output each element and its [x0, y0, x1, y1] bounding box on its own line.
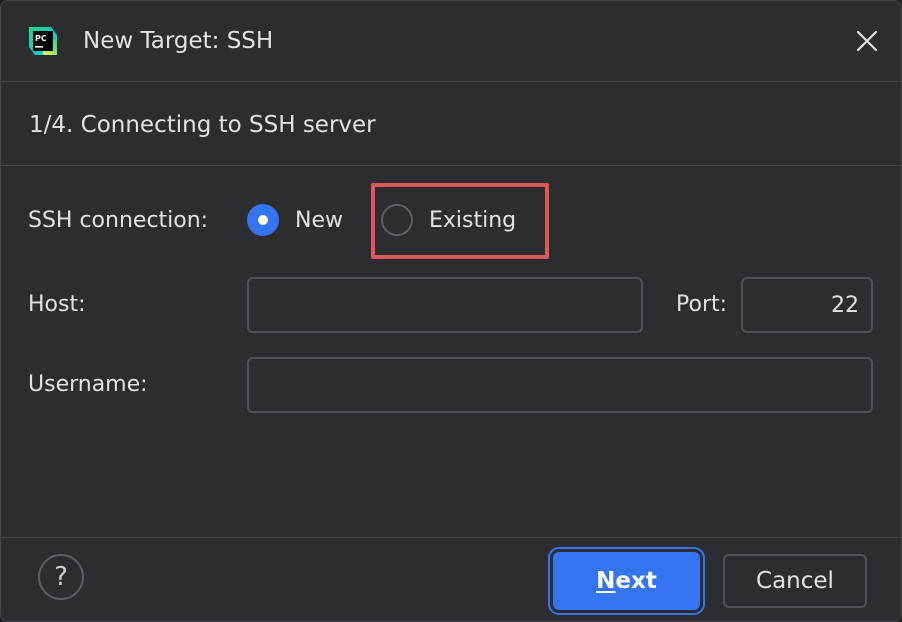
- username-input[interactable]: [247, 357, 873, 413]
- ssh-connection-label: SSH connection:: [28, 208, 209, 233]
- close-icon: [856, 30, 878, 52]
- new-target-ssh-dialog: PC New Target: SSH 1/4. Connecting to SS…: [0, 0, 902, 622]
- host-input[interactable]: [247, 277, 643, 333]
- port-label: Port:: [676, 292, 728, 317]
- help-icon: ?: [54, 562, 68, 592]
- step-divider: [1, 165, 901, 166]
- cancel-button[interactable]: Cancel: [723, 554, 867, 608]
- next-button[interactable]: Next: [553, 552, 700, 610]
- port-input[interactable]: [741, 277, 873, 333]
- title-bar: PC New Target: SSH: [1, 1, 901, 81]
- step-title: 1/4. Connecting to SSH server: [29, 112, 376, 138]
- highlight-annotation-box: [371, 183, 549, 259]
- window-title: New Target: SSH: [83, 28, 274, 54]
- username-label: Username:: [28, 372, 148, 397]
- title-divider: [1, 81, 901, 82]
- footer-divider: [1, 537, 901, 538]
- pycharm-logo-icon: PC: [29, 27, 57, 55]
- host-label: Host:: [28, 292, 86, 317]
- next-label: ext: [615, 568, 657, 594]
- app-icon-text: PC: [35, 34, 47, 43]
- close-button[interactable]: [847, 21, 887, 61]
- radio-new-label[interactable]: New: [295, 207, 343, 235]
- radio-new[interactable]: [247, 204, 279, 236]
- help-button[interactable]: ?: [38, 554, 84, 600]
- next-mnemonic: N: [596, 568, 616, 594]
